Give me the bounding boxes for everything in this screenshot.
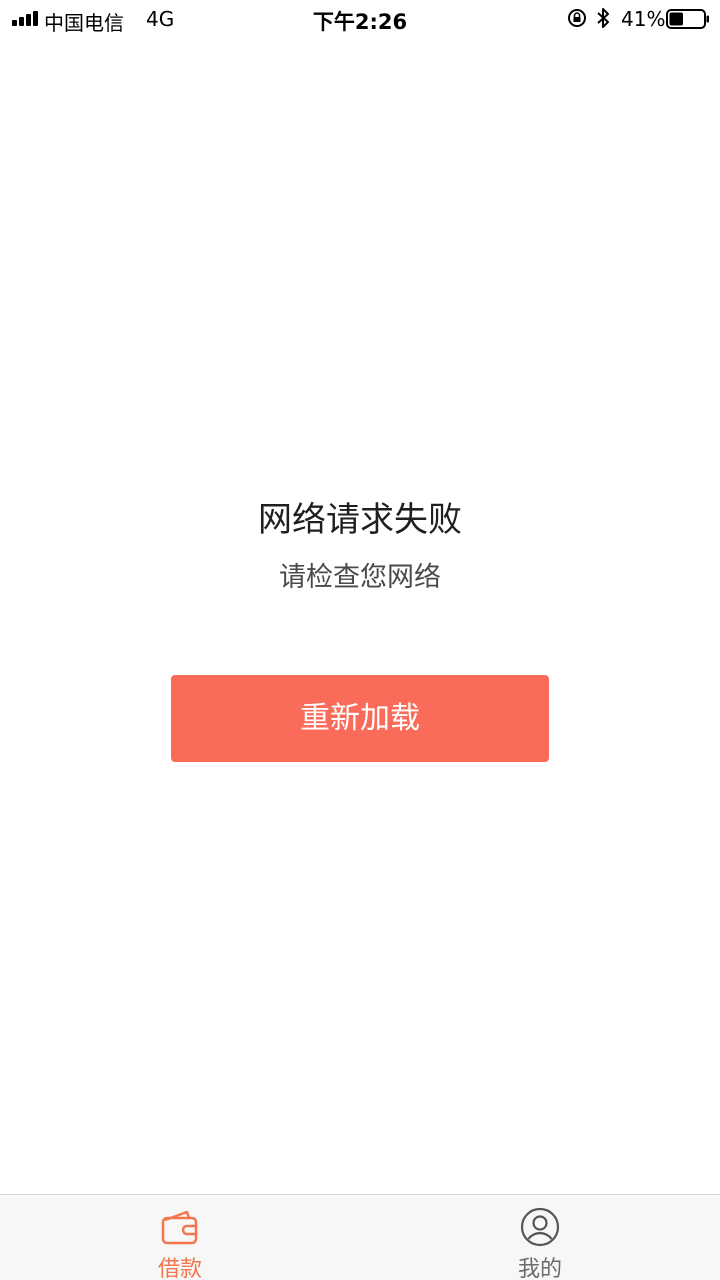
- tab-loan-label: 借款: [157, 1257, 202, 1280]
- reload-button[interactable]: 重新加载: [171, 675, 549, 762]
- rotation-lock-icon: [568, 9, 586, 27]
- wallet-icon: [161, 1210, 198, 1245]
- error-title: 网络请求失败: [258, 500, 462, 540]
- battery-icon: [666, 9, 709, 29]
- app-screen: 中国电信 4G 下午2:26 41% 网络请求失败 请检查您网络 重新加载 借款…: [0, 0, 720, 1280]
- tab-mine-label: 我的: [517, 1257, 562, 1280]
- tab-loan[interactable]: 借款: [120, 1195, 240, 1280]
- bluetooth-icon: [597, 8, 609, 28]
- status-time: 下午2:26: [312, 10, 408, 34]
- status-bar: 中国电信 4G 下午2:26 41%: [0, 0, 720, 40]
- error-subtitle: 请检查您网络: [279, 562, 441, 593]
- battery-percent: 41%: [621, 7, 666, 31]
- tab-bar: 借款 我的: [0, 1194, 720, 1280]
- tab-mine[interactable]: 我的: [480, 1195, 600, 1280]
- user-icon: [520, 1207, 560, 1247]
